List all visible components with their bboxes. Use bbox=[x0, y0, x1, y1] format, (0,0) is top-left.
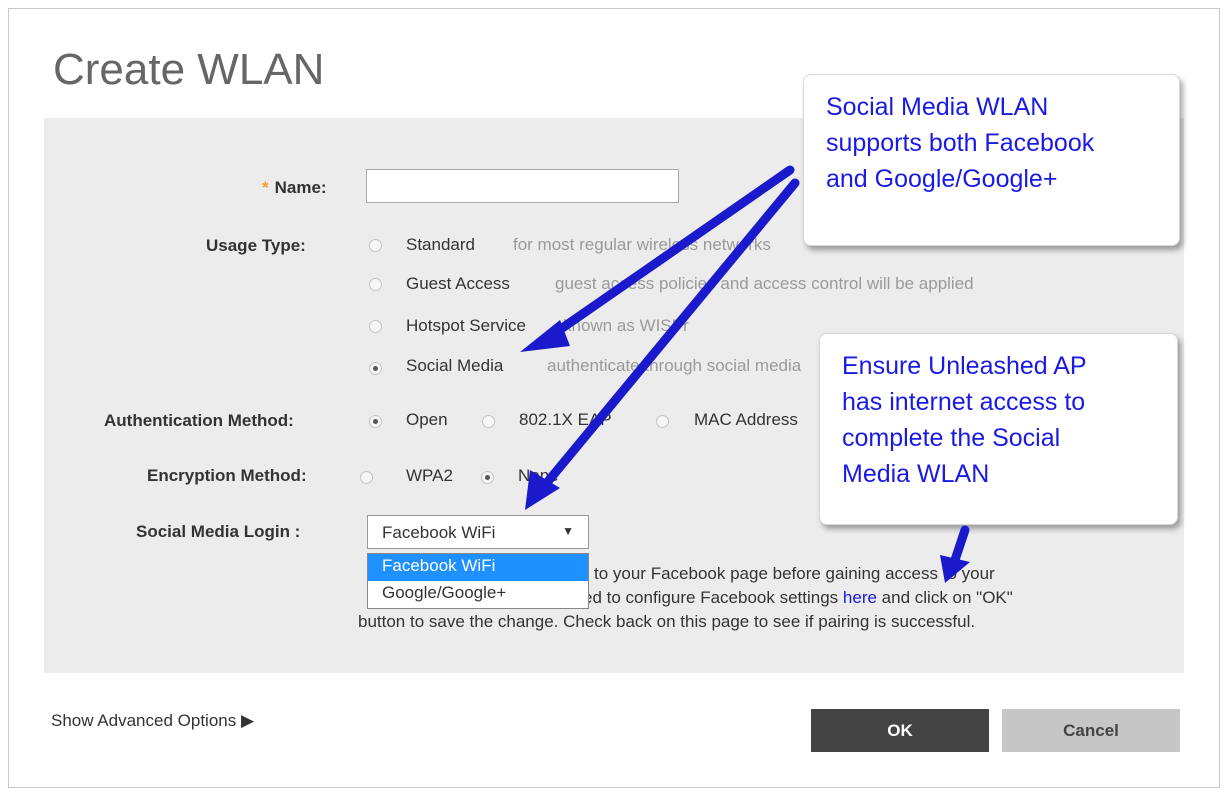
arrow-to-social-media bbox=[540, 165, 795, 345]
arrow-to-here-link bbox=[950, 525, 970, 565]
arrow-to-here-link-head bbox=[940, 555, 970, 583]
annotation-arrows bbox=[520, 165, 970, 583]
arrow-to-social-login bbox=[540, 178, 800, 490]
